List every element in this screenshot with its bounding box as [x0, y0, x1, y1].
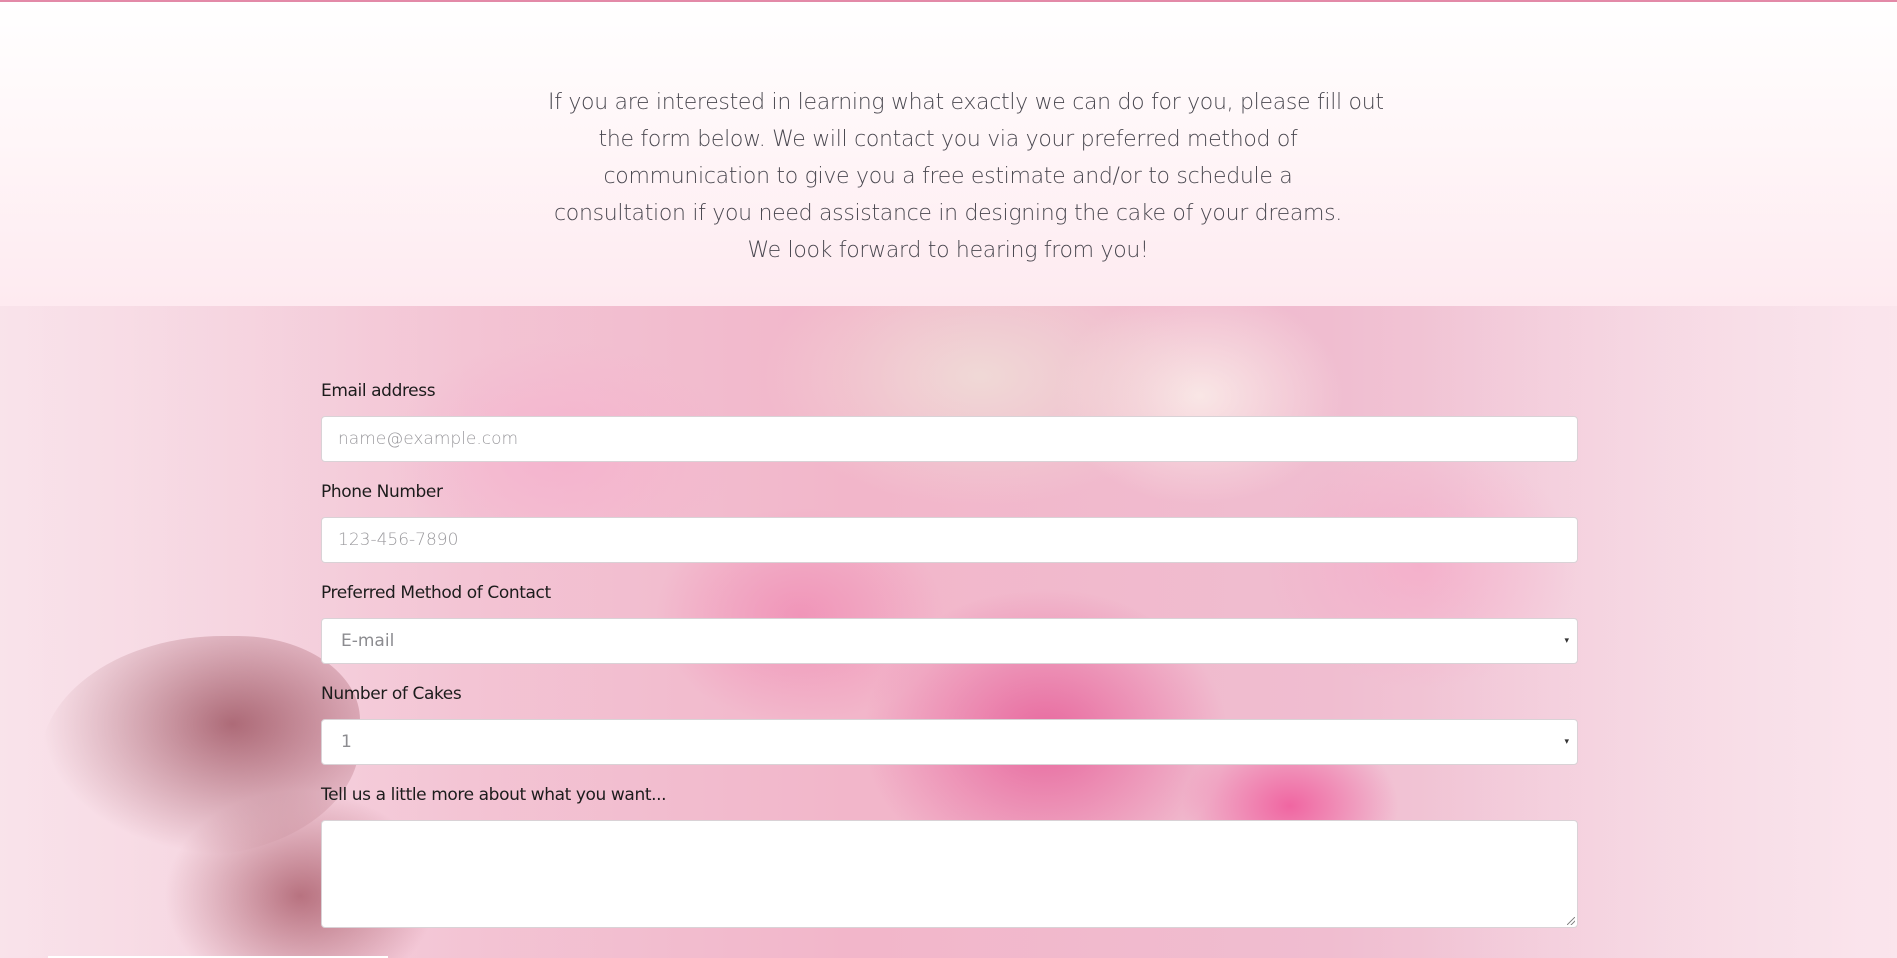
resize-grip-icon[interactable] [1567, 917, 1575, 925]
intro-line: If you are interested in learning what e… [548, 90, 1384, 115]
intro-line: communication to give you a free estimat… [603, 164, 1293, 189]
email-input[interactable]: name@example.com [321, 416, 1578, 462]
intro-line: We look forward to hearing from you! [747, 238, 1149, 263]
email-placeholder: name@example.com [338, 429, 519, 449]
chevron-down-icon: ▾ [1564, 636, 1569, 646]
contact-method-label: Preferred Method of Contact [321, 583, 551, 603]
intro-paragraph: If you are interested in learning what e… [548, 84, 1384, 269]
cake-count-group: Number of Cakes 1 ▾ [321, 679, 1578, 765]
details-textarea[interactable] [321, 820, 1578, 928]
email-label: Email address [321, 381, 436, 401]
cake-count-select[interactable]: 1 ▾ [321, 719, 1578, 765]
cake-count-label: Number of Cakes [321, 684, 462, 704]
contact-form: Email address name@example.com Phone Num… [321, 376, 1578, 928]
phone-input[interactable]: 123-456-7890 [321, 517, 1578, 563]
contact-method-select[interactable]: E-mail ▾ [321, 618, 1578, 664]
chevron-down-icon: ▾ [1564, 737, 1569, 747]
phone-group: Phone Number 123-456-7890 [321, 477, 1578, 563]
details-label: Tell us a little more about what you wan… [321, 785, 667, 805]
cake-count-value: 1 [341, 732, 352, 752]
intro-line: consultation if you need assistance in d… [553, 201, 1343, 226]
phone-placeholder: 123-456-7890 [338, 530, 459, 550]
details-group: Tell us a little more about what you wan… [321, 780, 1578, 928]
email-group: Email address name@example.com [321, 376, 1578, 462]
intro-section: If you are interested in learning what e… [0, 2, 1897, 306]
contact-method-value: E-mail [341, 631, 395, 651]
contact-method-group: Preferred Method of Contact E-mail ▾ [321, 578, 1578, 664]
contact-page: If you are interested in learning what e… [0, 0, 1897, 958]
intro-line: the form below. We will contact you via … [598, 127, 1298, 152]
phone-label: Phone Number [321, 482, 443, 502]
